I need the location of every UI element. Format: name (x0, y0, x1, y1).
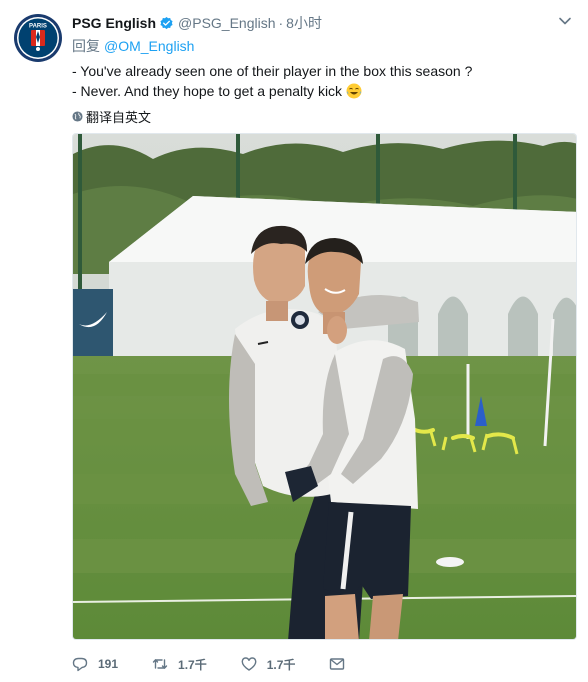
reply-prefix: 回复 (72, 38, 100, 54)
training-photo (73, 134, 576, 639)
tweet-line-1: - You've already seen one of their playe… (72, 63, 473, 79)
retweet-button[interactable]: 1.7千 (152, 656, 207, 673)
translate-label: 翻译自英文 (86, 110, 152, 125)
globe-icon (72, 111, 83, 122)
reply-icon (72, 657, 88, 672)
tears-of-joy-emoji (346, 83, 362, 99)
reply-context: 回复 @OM_English (72, 36, 194, 56)
like-count: 1.7千 (266, 657, 296, 672)
tweet-line-2: - Never. And they hope to get a penalty … (72, 83, 343, 99)
direct-message-button[interactable] (329, 656, 355, 672)
tweet-actions: 191 1.7千 1.7千 (72, 653, 389, 675)
heart-icon (241, 657, 257, 671)
verified-badge-icon (160, 16, 173, 29)
avatar[interactable]: PARIS (14, 14, 62, 62)
reply-count: 191 (98, 657, 119, 671)
envelope-icon (330, 658, 345, 670)
retweet-icon (152, 659, 168, 669)
reply-mention-link[interactable]: @OM_English (104, 38, 194, 54)
tweet-timestamp[interactable]: 8小时 (286, 13, 322, 33)
tweet-card[interactable]: PARIS PSG English @PSG_English · 8小时 回复 @… (0, 0, 588, 682)
tweet-line-2-wrap: - Never. And they hope to get a penalty … (72, 81, 572, 101)
separator-dot: · (278, 15, 284, 31)
like-button[interactable]: 1.7千 (241, 656, 296, 673)
tweet-text: - You've already seen one of their playe… (72, 61, 572, 101)
author-handle[interactable]: @PSG_English (178, 15, 275, 31)
retweet-count: 1.7千 (178, 657, 207, 672)
chevron-down-icon[interactable] (558, 14, 572, 28)
author-name[interactable]: PSG English (72, 15, 156, 31)
reply-button[interactable]: 191 (72, 656, 118, 672)
tweet-header: PSG English @PSG_English · 8小时 (72, 13, 322, 33)
tweet-photo[interactable] (72, 133, 577, 640)
avatar-text: PARIS (29, 24, 47, 30)
translate-tweet-button[interactable]: 翻译自英文 (72, 107, 151, 126)
